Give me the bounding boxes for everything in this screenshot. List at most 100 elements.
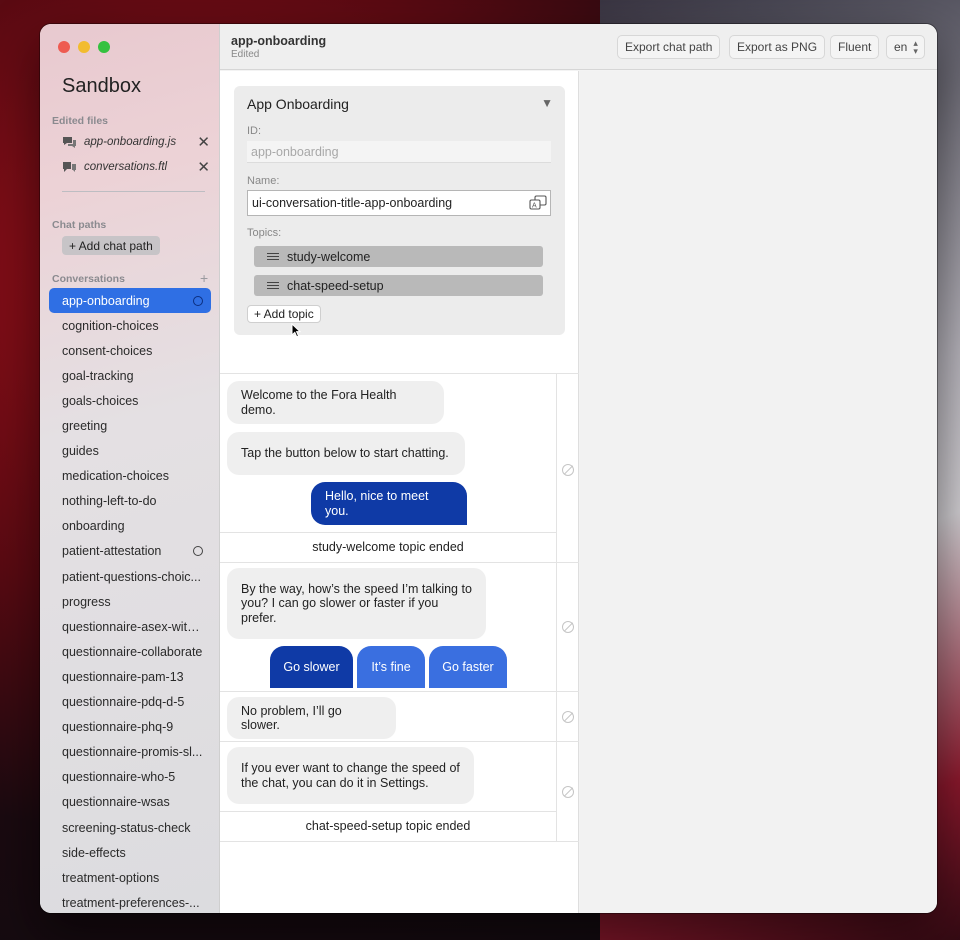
divider <box>220 691 579 692</box>
edited-file-item[interactable]: conversations.ftl ✕ <box>62 156 210 178</box>
user-message: Hello, nice to meet you. <box>311 482 467 525</box>
divider <box>220 841 579 842</box>
topic-ended-label: chat-speed-setup topic ended <box>305 819 471 833</box>
sidebar-item-treatment-preferences-[interactable]: treatment-preferences-... <box>49 890 211 913</box>
choice-go-slower-button[interactable]: Go slower <box>270 646 353 688</box>
disabled-icon[interactable] <box>562 464 574 476</box>
mouse-cursor-icon <box>291 323 301 338</box>
sidebar-item-questionnaire-phq-9[interactable]: questionnaire-phq-9 <box>49 715 211 740</box>
topic-label: study-welcome <box>287 249 371 264</box>
add-chat-path-button[interactable]: + Add chat path <box>62 236 160 255</box>
sidebar-item-progress[interactable]: progress <box>49 589 211 614</box>
sidebar-item-label: nothing-left-to-do <box>62 494 157 509</box>
translate-icon[interactable]: A <box>529 195 547 211</box>
zoom-window-button[interactable] <box>98 41 110 53</box>
sidebar-item-label: goal-tracking <box>62 368 134 383</box>
sidebar-item-side-effects[interactable]: side-effects <box>49 840 211 865</box>
sidebar-item-patient-attestation[interactable]: patient-attestation <box>49 539 211 564</box>
close-icon[interactable]: ✕ <box>197 160 210 175</box>
sidebar-item-nothing-left-to-do[interactable]: nothing-left-to-do <box>49 489 211 514</box>
close-window-button[interactable] <box>58 41 70 53</box>
drag-handle-icon[interactable] <box>267 253 279 260</box>
close-icon[interactable]: ✕ <box>197 135 210 150</box>
sidebar-item-label: patient-attestation <box>62 544 162 559</box>
divider <box>220 562 579 563</box>
name-field-value: ui-conversation-title-app-onboarding <box>252 196 453 210</box>
conversation-list: app-onboarding cognition-choices consent-c… <box>49 288 211 913</box>
bot-message: No problem, I’ll go slower. <box>227 697 396 739</box>
sidebar-item-greeting[interactable]: greeting <box>49 413 211 438</box>
disabled-icon[interactable] <box>562 711 574 723</box>
sidebar-item-label: consent-choices <box>62 343 153 358</box>
preview-panel <box>580 71 937 913</box>
divider <box>220 373 579 374</box>
sidebar-item-label: screening-status-check <box>62 820 191 835</box>
sidebar-item-label: app-onboarding <box>62 293 150 308</box>
collapse-triangle-icon[interactable]: ▼ <box>541 96 553 110</box>
sidebar-item-questionnaire-who-5[interactable]: questionnaire-who-5 <box>49 765 211 790</box>
sidebar-item-label: cognition-choices <box>62 318 159 333</box>
translation-bubble-icon <box>63 162 76 172</box>
sidebar-item-label: questionnaire-promis-sl... <box>62 745 203 760</box>
locale-select[interactable]: en ▴ ▾ <box>886 35 925 59</box>
sidebar-item-onboarding[interactable]: onboarding <box>49 514 211 539</box>
disabled-icon[interactable] <box>562 786 574 798</box>
sidebar-item-questionnaire-collaborate[interactable]: questionnaire-collaborate <box>49 639 211 664</box>
toolbar: app-onboarding Edited Export chat path E… <box>220 24 937 70</box>
sidebar-item-label: progress <box>62 594 111 609</box>
divider <box>220 741 579 742</box>
sidebar-item-treatment-options[interactable]: treatment-options <box>49 865 211 890</box>
drag-handle-icon[interactable] <box>267 282 279 289</box>
sidebar-item-questionnaire-promis-sl[interactable]: questionnaire-promis-sl... <box>49 740 211 765</box>
sidebar-item-medication-choices[interactable]: medication-choices <box>49 464 211 489</box>
sidebar-item-screening-status-check[interactable]: screening-status-check <box>49 815 211 840</box>
bot-message: By the way, how’s the speed I’m talking … <box>227 568 486 639</box>
sidebar-item-label: guides <box>62 444 99 459</box>
sidebar-item-label: treatment-options <box>62 870 160 885</box>
chevron-updown-icon: ▴ ▾ <box>913 38 918 56</box>
export-png-button[interactable]: Export as PNG <box>729 35 826 59</box>
sidebar-item-app-onboarding[interactable]: app-onboarding <box>49 288 211 314</box>
sidebar-item-label: questionnaire-collaborate <box>62 644 203 659</box>
add-conversation-icon[interactable]: + <box>200 270 208 286</box>
minimize-window-button[interactable] <box>78 41 90 53</box>
bot-message: Welcome to the Fora Health demo. <box>227 381 444 424</box>
sidebar-item-label: patient-questions-choic... <box>62 569 201 584</box>
chat-bubbles-icon <box>63 137 76 148</box>
sidebar-item-label: side-effects <box>62 845 126 860</box>
svg-text:A: A <box>532 203 537 210</box>
choice-its-fine-button[interactable]: It’s fine <box>357 646 425 688</box>
sidebar-item-goal-tracking[interactable]: goal-tracking <box>49 363 211 388</box>
sidebar-item-label: questionnaire-who-5 <box>62 770 176 785</box>
app-title: Sandbox <box>62 75 141 97</box>
status-circle-icon <box>193 546 203 557</box>
edited-file-item[interactable]: app-onboarding.js ✕ <box>62 131 210 153</box>
sidebar-item-guides[interactable]: guides <box>49 439 211 464</box>
sidebar: Sandbox Edited files app-onboarding.js ✕… <box>40 24 220 913</box>
name-label: Name: <box>247 175 280 187</box>
topic-label: chat-speed-setup <box>287 278 384 293</box>
edited-files-label: Edited files <box>52 115 109 127</box>
disabled-icon[interactable] <box>562 621 574 633</box>
editor-title: App Onboarding <box>247 96 349 112</box>
name-field[interactable]: ui-conversation-title-app-onboarding A <box>247 190 551 216</box>
export-chat-path-button[interactable]: Export chat path <box>617 35 721 59</box>
edited-file-name: conversations.ftl <box>84 161 168 173</box>
sidebar-item-questionnaire-wsas[interactable]: questionnaire-wsas <box>49 790 211 815</box>
sidebar-item-cognition-choices[interactable]: cognition-choices <box>49 313 211 338</box>
topic-item[interactable]: chat-speed-setup <box>254 275 543 296</box>
sidebar-item-questionnaire-pam-13[interactable]: questionnaire-pam-13 <box>49 664 211 689</box>
choice-go-faster-button[interactable]: Go faster <box>429 646 507 688</box>
sidebar-item-questionnaire-pdq-d-5[interactable]: questionnaire-pdq-d-5 <box>49 690 211 715</box>
sidebar-item-questionnaire-asex-with[interactable]: questionnaire-asex-with... <box>49 614 211 639</box>
topics-label: Topics: <box>247 227 282 239</box>
fluent-button[interactable]: Fluent <box>830 35 880 59</box>
app-window: Sandbox Edited files app-onboarding.js ✕… <box>40 24 937 913</box>
sidebar-item-goals-choices[interactable]: goals-choices <box>49 388 211 413</box>
sidebar-item-consent-choices[interactable]: consent-choices <box>49 338 211 363</box>
divider <box>556 373 557 841</box>
topic-item[interactable]: study-welcome <box>254 246 543 267</box>
sidebar-item-label: questionnaire-asex-with... <box>62 619 203 634</box>
add-topic-button[interactable]: + Add topic <box>247 305 321 323</box>
sidebar-item-patient-questions-choic[interactable]: patient-questions-choic... <box>49 564 211 589</box>
